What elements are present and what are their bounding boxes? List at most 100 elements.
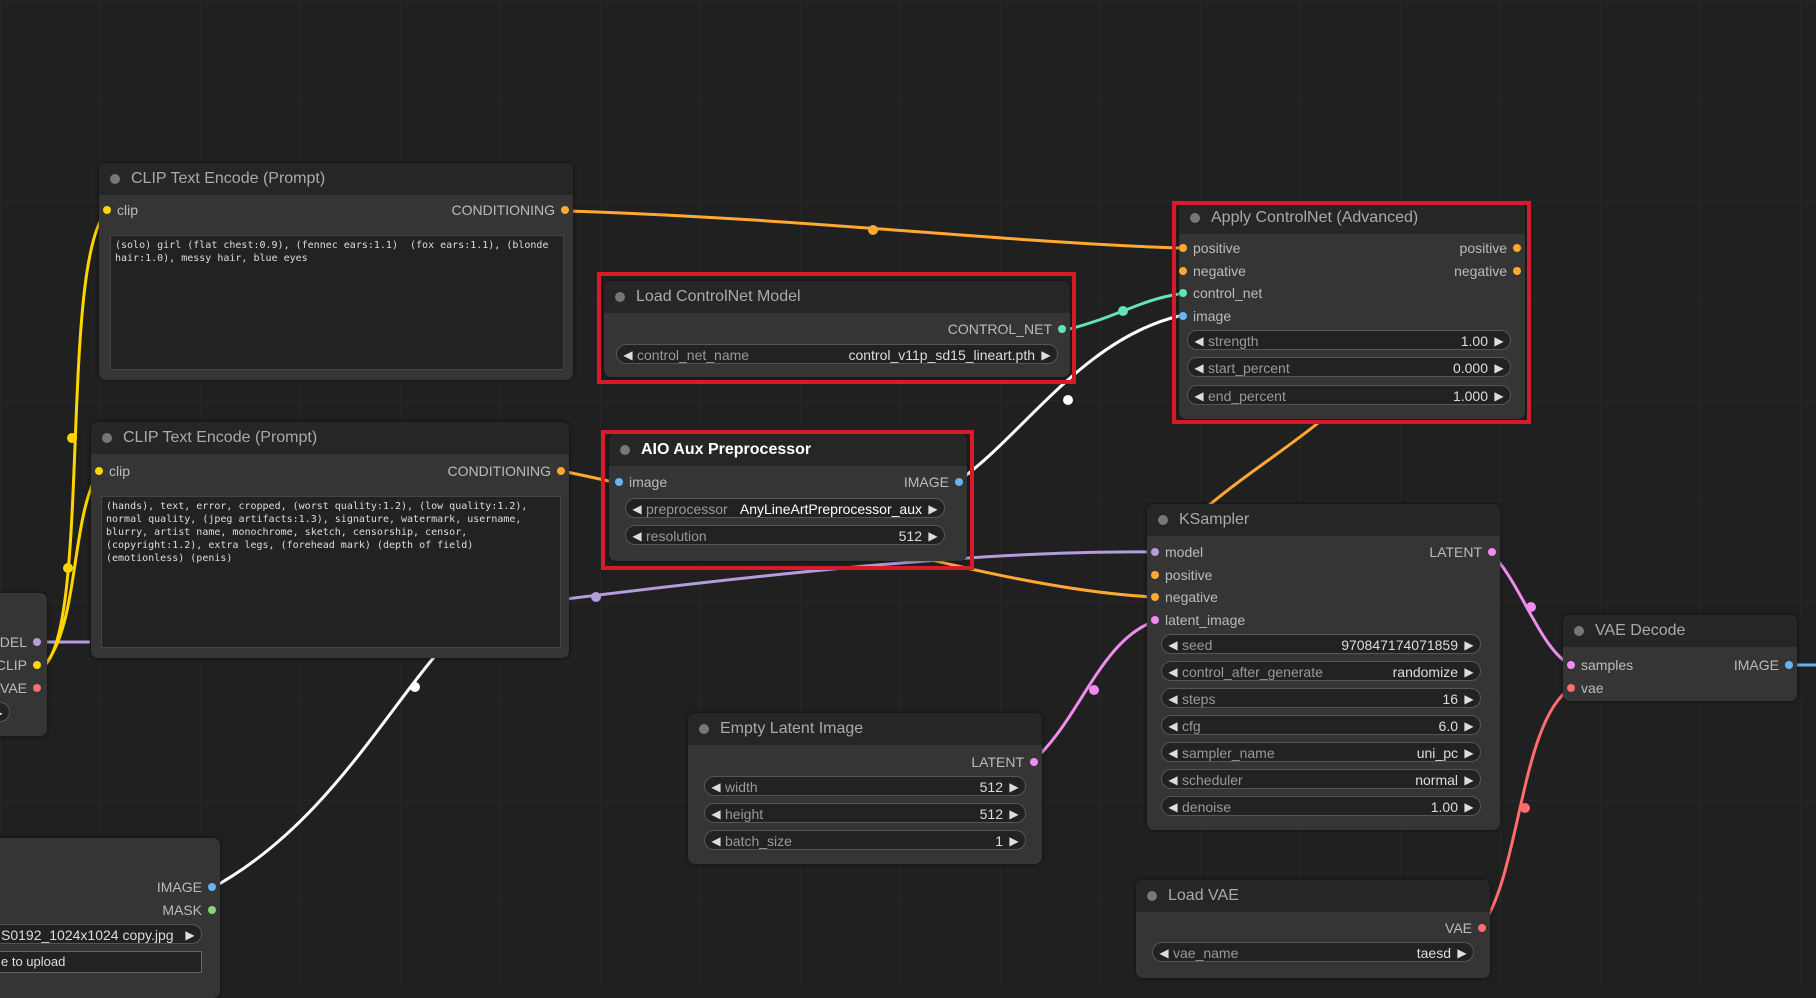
sampler-name-combo[interactable]: ◀ sampler_name uni_pc ▶ (1161, 742, 1481, 762)
input-model[interactable]: model (1151, 541, 1203, 563)
arrow-right-icon[interactable]: ▶ (1492, 331, 1506, 351)
latent-pin-icon[interactable] (1488, 548, 1496, 556)
latent-pin-icon[interactable] (1030, 758, 1038, 766)
clip-pin-icon[interactable] (33, 661, 41, 669)
scheduler-combo[interactable]: ◀ scheduler normal ▶ (1161, 769, 1481, 789)
arrow-left-icon[interactable]: ◀ (1192, 386, 1206, 406)
node-title-bar[interactable]: AIO Aux Preprocessor (609, 434, 967, 466)
collapse-dot-icon[interactable] (1158, 515, 1168, 525)
arrow-left-icon[interactable]: ◀ (1166, 689, 1180, 709)
arrow-right-icon[interactable]: ▶ (1007, 777, 1021, 797)
conditioning-pin-icon[interactable] (1151, 571, 1159, 579)
image-pin-icon[interactable] (1785, 661, 1793, 669)
clip-pin-icon[interactable] (95, 467, 103, 475)
collapse-dot-icon[interactable] (110, 174, 120, 184)
arrow-left-icon[interactable]: ◀ (1192, 331, 1206, 351)
arrow-right-icon[interactable]: ▶ (926, 526, 940, 546)
arrow-right-icon[interactable]: ▶ (1492, 386, 1506, 406)
checkpoint-loader-node[interactable]: DEL CLIP VAE ▶ (0, 593, 47, 736)
arrow-right-icon[interactable]: ▶ (1455, 943, 1469, 963)
denoise-number[interactable]: ◀ denoise 1.00 ▶ (1161, 796, 1481, 816)
vae-decode-node[interactable]: VAE Decode samples vae IMAGE (1563, 615, 1797, 701)
output-negative[interactable]: negative (1454, 260, 1521, 282)
conditioning-pin-icon[interactable] (1179, 244, 1187, 252)
arrow-left-icon[interactable]: ◀ (1166, 716, 1180, 736)
arrow-right-icon[interactable]: ▶ (1462, 743, 1476, 763)
conditioning-pin-icon[interactable] (1179, 267, 1187, 275)
image-pin-icon[interactable] (208, 883, 216, 891)
arrow-left-icon[interactable]: ◀ (1166, 743, 1180, 763)
arrow-left-icon[interactable]: ◀ (1166, 770, 1180, 790)
batch-size-number[interactable]: ◀ batch_size 1 ▶ (704, 830, 1026, 850)
input-latent-image[interactable]: latent_image (1151, 609, 1245, 631)
reroute-dot[interactable] (410, 682, 420, 692)
arrow-left-icon[interactable]: ◀ (1192, 358, 1206, 378)
prompt-textarea[interactable]: (hands), text, error, cropped, (worst qu… (101, 496, 561, 648)
end-percent-number[interactable]: ◀ end_percent 1.000 ▶ (1187, 385, 1511, 405)
output-image[interactable]: IMAGE (904, 471, 963, 493)
input-negative[interactable]: negative (1151, 586, 1218, 608)
collapse-dot-icon[interactable] (1147, 891, 1157, 901)
vae-pin-icon[interactable] (1478, 924, 1486, 932)
vae-name-combo[interactable]: ◀ vae_name taesd ▶ (1152, 942, 1474, 962)
output-latent[interactable]: LATENT (1429, 541, 1496, 563)
load-vae-node[interactable]: Load VAE VAE ◀ vae_name taesd ▶ (1136, 880, 1490, 978)
mask-pin-icon[interactable] (208, 906, 216, 914)
arrow-right-icon[interactable]: ▶ (183, 925, 197, 945)
node-title-bar[interactable]: Apply ControlNet (Advanced) (1179, 202, 1525, 234)
conditioning-pin-icon[interactable] (1151, 593, 1159, 601)
arrow-right-icon[interactable]: ▶ (1462, 716, 1476, 736)
collapse-dot-icon[interactable] (1574, 626, 1584, 636)
output-control-net[interactable]: CONTROL_NET (948, 318, 1066, 340)
reroute-dot[interactable] (1520, 803, 1530, 813)
load-image-node[interactable]: IMAGE MASK S0192_1024x1024 copy.jpg ▶ e t… (0, 838, 220, 998)
node-title-bar[interactable]: CLIP Text Encode (Prompt) (99, 163, 573, 195)
upload-button[interactable]: e to upload (0, 951, 202, 973)
latent-pin-icon[interactable] (1151, 616, 1159, 624)
arrow-right-icon[interactable]: ▶ (1492, 358, 1506, 378)
output-latent[interactable]: LATENT (971, 751, 1038, 773)
output-vae[interactable]: VAE (0, 677, 41, 699)
reroute-dot[interactable] (67, 433, 77, 443)
arrow-right-icon[interactable]: ▶ (1462, 770, 1476, 790)
collapse-dot-icon[interactable] (615, 292, 625, 302)
output-conditioning[interactable]: CONDITIONING (448, 460, 565, 482)
vae-pin-icon[interactable] (33, 684, 41, 692)
input-negative[interactable]: negative (1179, 260, 1246, 282)
height-number[interactable]: ◀ height 512 ▶ (704, 803, 1026, 823)
output-image[interactable]: IMAGE (157, 876, 216, 898)
input-samples[interactable]: samples (1567, 654, 1633, 676)
arrow-right-icon[interactable]: ▶ (1462, 635, 1476, 655)
arrow-left-icon[interactable]: ◀ (1166, 797, 1180, 817)
reroute-dot[interactable] (63, 563, 73, 573)
collapse-dot-icon[interactable] (102, 433, 112, 443)
apply-controlnet-advanced-node[interactable]: Apply ControlNet (Advanced) positive neg… (1179, 202, 1525, 419)
arrow-right-icon[interactable]: ▶ (1462, 797, 1476, 817)
output-conditioning[interactable]: CONDITIONING (452, 199, 569, 221)
reroute-dot[interactable] (1526, 602, 1536, 612)
clip-text-encode-positive-node[interactable]: CLIP Text Encode (Prompt) clip CONDITION… (99, 163, 573, 380)
checkpoint-combo[interactable]: ▶ (0, 702, 10, 722)
width-number[interactable]: ◀ width 512 ▶ (704, 776, 1026, 796)
conditioning-pin-icon[interactable] (561, 206, 569, 214)
output-clip[interactable]: CLIP (0, 654, 41, 676)
output-image[interactable]: IMAGE (1734, 654, 1793, 676)
control-net-name-combo[interactable]: ◀ control_net_name control_v11p_sd15_linea… (616, 344, 1058, 364)
collapse-dot-icon[interactable] (620, 445, 630, 455)
arrow-left-icon[interactable]: ◀ (709, 804, 723, 824)
model-pin-icon[interactable] (1151, 548, 1159, 556)
conditioning-pin-icon[interactable] (557, 467, 565, 475)
prompt-textarea[interactable]: (solo) girl (flat chest:0.9), (fennec ea… (110, 235, 564, 370)
node-title-bar[interactable]: VAE Decode (1563, 615, 1797, 647)
clip-pin-icon[interactable] (103, 206, 111, 214)
arrow-left-icon[interactable]: ◀ (621, 345, 635, 365)
aio-aux-preprocessor-node[interactable]: AIO Aux Preprocessor image IMAGE ◀ prepro… (609, 434, 967, 561)
node-title-bar[interactable]: CLIP Text Encode (Prompt) (91, 422, 569, 454)
input-control-net[interactable]: control_net (1179, 282, 1262, 304)
input-image[interactable]: image (1179, 305, 1231, 327)
input-clip[interactable]: clip (95, 460, 130, 482)
node-title-bar[interactable]: KSampler (1147, 504, 1500, 536)
reroute-dot[interactable] (1118, 306, 1128, 316)
image-pin-icon[interactable] (955, 478, 963, 486)
preprocessor-combo[interactable]: ◀ preprocessor AnyLineArtPreprocessor_aux ▶ (625, 498, 945, 518)
